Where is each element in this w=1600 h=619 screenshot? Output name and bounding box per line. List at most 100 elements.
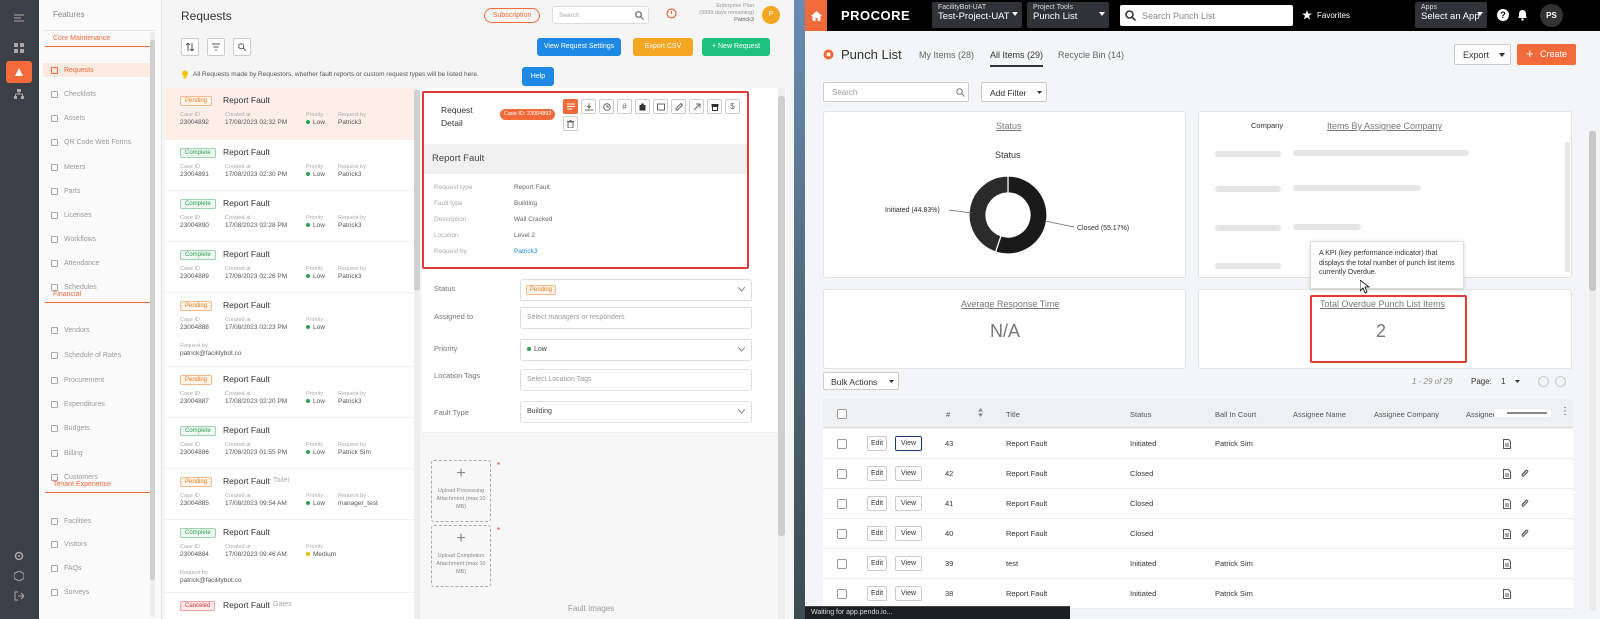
plugin-button[interactable] [635, 99, 650, 114]
table-row[interactable]: Edit View 41 Report Fault Closed [823, 489, 1573, 519]
help-button[interactable]: Help [522, 67, 554, 86]
detail-tab-button[interactable] [563, 99, 578, 114]
dashboard-icon[interactable] [11, 40, 27, 56]
col-assignee-name[interactable]: Assignee Name [1293, 410, 1346, 419]
table-row[interactable]: Edit View 43 Report Fault Initiated Patrick S… [823, 429, 1573, 459]
row-checkbox[interactable] [837, 439, 847, 449]
pdf-icon[interactable] [1503, 559, 1511, 569]
menu-collapse-icon[interactable] [11, 10, 27, 26]
attachment-icon[interactable] [1520, 469, 1529, 479]
select-all-checkbox[interactable] [837, 409, 847, 419]
location-tags-input[interactable]: Select Location Tags [520, 369, 752, 391]
view-button[interactable]: View [895, 526, 922, 541]
widget-scrollbar[interactable] [1565, 142, 1570, 272]
priority-select[interactable]: Low [520, 339, 752, 361]
tab-recycle-bin[interactable]: Recycle Bin (14) [1058, 50, 1124, 60]
avatar[interactable]: P [762, 6, 780, 24]
sidebar-item-licenses[interactable]: Licenses [51, 208, 92, 222]
filter-search-input[interactable]: Search [832, 88, 857, 97]
export-csv-button[interactable]: Export CSV [633, 38, 693, 56]
request-card[interactable]: Complete Report Fault Case ID 23004886 Creat… [165, 418, 414, 469]
pdf-icon[interactable] [1503, 529, 1511, 539]
pdf-icon[interactable] [1503, 589, 1511, 599]
col-status[interactable]: Status [1130, 410, 1151, 419]
bulk-actions-button[interactable]: Bulk Actions [823, 372, 899, 390]
view-button[interactable]: View [895, 496, 922, 511]
table-row[interactable]: Edit View 38 Report Fault Initiated Patrick S… [823, 579, 1573, 609]
sidebar-item-qr-code-web-forms[interactable]: QR Code Web Forms [51, 135, 131, 149]
col-assignee[interactable]: Assignee [1466, 410, 1494, 419]
history-button[interactable] [599, 99, 614, 114]
export-button[interactable]: Export [1454, 44, 1511, 65]
assigned-to-input[interactable]: Select managers or responders [520, 307, 752, 329]
sidebar-item-faqs[interactable]: FAQs [51, 561, 82, 575]
logout-icon[interactable] [11, 588, 27, 604]
box-icon[interactable] [11, 568, 27, 584]
sidebar-item-procurement[interactable]: Procurement [51, 373, 104, 387]
assignee-company-link[interactable]: Items By Assignee Company [1327, 121, 1442, 131]
message-button[interactable] [653, 99, 668, 114]
request-card[interactable]: Pending Report Fault Case ID 23004888 Create… [165, 293, 414, 367]
add-filter-button[interactable]: Add Filter [981, 82, 1047, 102]
punch-list-search-input[interactable]: Search Punch List [1142, 11, 1215, 21]
avg-response-link[interactable]: Average Response Time [961, 299, 1059, 309]
sidebar-item-budgets[interactable]: Budgets [51, 421, 90, 435]
edit-button[interactable] [671, 99, 686, 114]
table-row[interactable]: Edit View 42 Report Fault Closed [823, 459, 1573, 489]
settings-icon[interactable] [11, 548, 27, 564]
page-scrollbar[interactable] [1589, 131, 1596, 611]
sidebar-item-attendance[interactable]: Attendance [51, 256, 99, 270]
list-search-button[interactable] [233, 38, 251, 56]
col-ball-in-court[interactable]: Ball In Court [1215, 410, 1256, 419]
project-selector[interactable]: FacilityBot-UAT Test-Project-UAT [932, 2, 1022, 28]
detail-field-value[interactable]: Patrick3 [514, 248, 537, 255]
apps-selector[interactable]: Apps Select an App [1415, 2, 1487, 28]
sidebar-item-parts[interactable]: Parts [51, 184, 80, 198]
pdf-icon[interactable] [1503, 439, 1511, 449]
fault-type-select[interactable]: Building [520, 401, 752, 423]
hashtag-button[interactable]: # [617, 99, 632, 114]
sidebar-item-surveys[interactable]: Surveys [51, 585, 89, 599]
notification-icon[interactable] [666, 8, 677, 19]
edit-button[interactable]: Edit [867, 586, 887, 601]
pdf-icon[interactable] [1503, 499, 1511, 509]
list-scrollbar[interactable] [414, 88, 420, 619]
request-card[interactable]: Canceled Report Fault Gates [165, 593, 414, 619]
vendor-button[interactable] [707, 99, 722, 114]
col-number[interactable]: # [946, 410, 950, 419]
sidebar-item-facilities[interactable]: Facilities [51, 514, 91, 528]
request-card[interactable]: Complete Report Fault Case ID 23004890 Creat… [165, 191, 414, 242]
status-select[interactable]: Pending [520, 279, 752, 301]
edit-button[interactable]: Edit [867, 496, 887, 511]
request-card[interactable]: Pending Report Fault Toilet Case ID 23004885… [165, 469, 414, 520]
sidebar-item-workflows[interactable]: Workflows [51, 232, 96, 246]
filter-button[interactable] [207, 38, 225, 56]
row-checkbox[interactable] [837, 499, 847, 509]
header-search[interactable]: Search [552, 6, 649, 24]
edit-button[interactable]: Edit [867, 466, 887, 481]
header-search-input[interactable]: Search [559, 12, 580, 19]
delete-button[interactable] [563, 116, 578, 131]
favorites-link[interactable]: Favorites [1317, 11, 1350, 20]
tab-all-items[interactable]: All Items (29) [990, 50, 1044, 67]
sort-icon[interactable] [978, 408, 983, 417]
request-card[interactable]: Pending Report Fault Case ID 23004887 Create… [165, 367, 414, 418]
punch-list-search[interactable]: Search Punch List [1120, 5, 1293, 26]
upload-completion-dropzone[interactable]: + Upload Completion Attachment (max 10 M… [431, 525, 491, 587]
view-request-settings-button[interactable]: View Request Settings [537, 38, 621, 56]
view-button[interactable]: View [895, 466, 922, 481]
more-vert-icon[interactable]: ⋮ [1560, 406, 1570, 417]
sidebar-item-checklists[interactable]: Checklists [51, 87, 96, 101]
subscription-button[interactable]: Subscription [484, 8, 540, 23]
procore-logo[interactable]: PROCORE [841, 8, 910, 23]
bell-icon[interactable] [1517, 9, 1528, 21]
attachment-icon[interactable] [1520, 529, 1529, 539]
request-card[interactable]: Complete Report Fault Case ID 23004884 Creat… [165, 520, 414, 593]
download-button[interactable] [581, 99, 596, 114]
edit-button[interactable]: Edit [867, 556, 887, 571]
create-button[interactable]: + Create [1517, 44, 1576, 65]
view-button[interactable]: View [895, 436, 922, 451]
tool-selector[interactable]: Project Tools Punch List [1027, 2, 1109, 28]
request-card[interactable]: Complete Report Fault Case ID 23004889 Creat… [165, 242, 414, 293]
features-icon[interactable] [6, 61, 32, 83]
